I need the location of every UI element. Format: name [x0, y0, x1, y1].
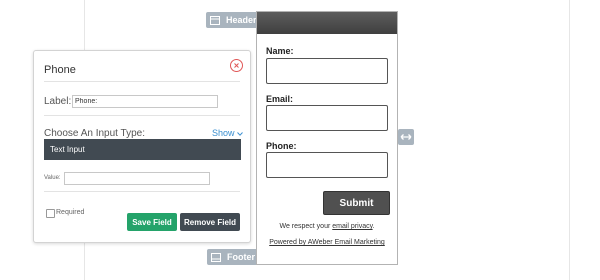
privacy-suffix: . [372, 223, 375, 230]
header-tag[interactable]: Header [206, 12, 263, 28]
form-header-bar[interactable] [257, 12, 397, 34]
form-input-name[interactable] [266, 58, 388, 84]
form-input-phone[interactable] [266, 152, 388, 178]
panel-divider [44, 191, 240, 192]
canvas-guide-right [569, 0, 570, 280]
form-width-resize-handle[interactable] [398, 129, 414, 145]
chevron-down-icon [236, 128, 243, 138]
form-field-label-phone: Phone: [266, 141, 297, 151]
footer-layout-icon [211, 252, 221, 262]
close-icon[interactable] [230, 59, 243, 72]
form-preview: Name: Email: Phone: Submit We respect yo… [256, 11, 398, 265]
privacy-prefix: We respect your [279, 223, 333, 230]
panel-divider [44, 115, 240, 116]
show-link-label: Show [212, 128, 235, 138]
show-input-types-link[interactable]: Show [212, 128, 243, 138]
header-layout-icon [210, 15, 220, 25]
save-field-button[interactable]: Save Field [127, 213, 177, 231]
email-privacy-link[interactable]: email privacy [332, 223, 372, 230]
footer-tag-label: Footer [227, 252, 255, 262]
panel-title: Phone [44, 64, 76, 76]
powered-by-notice: Powered by AWeber Email Marketing [257, 239, 397, 246]
remove-field-button[interactable]: Remove Field [180, 213, 240, 231]
form-field-label-email: Email: [266, 94, 294, 104]
label-caption: Label: [44, 96, 72, 107]
powered-by-link[interactable]: Powered by AWeber Email Marketing [269, 239, 385, 246]
field-properties-panel: Phone Label: Choose An Input Type: Show … [33, 50, 251, 243]
required-checkbox[interactable] [46, 209, 55, 218]
input-type-caption: Choose An Input Type: [44, 128, 146, 139]
form-submit-button[interactable]: Submit [323, 191, 390, 215]
form-field-label-name: Name: [266, 46, 294, 56]
required-label: Required [56, 209, 85, 216]
panel-divider [44, 81, 240, 82]
footer-tag[interactable]: Footer [207, 249, 261, 265]
header-tag-label: Header [226, 15, 257, 25]
privacy-notice: We respect your email privacy. [257, 223, 397, 230]
value-caption: Value: [44, 175, 61, 181]
value-input[interactable] [64, 172, 210, 185]
label-input[interactable] [72, 95, 218, 108]
input-type-select[interactable]: Text Input [44, 139, 241, 160]
form-input-email[interactable] [266, 105, 388, 131]
horizontal-resize-icon [400, 128, 412, 146]
